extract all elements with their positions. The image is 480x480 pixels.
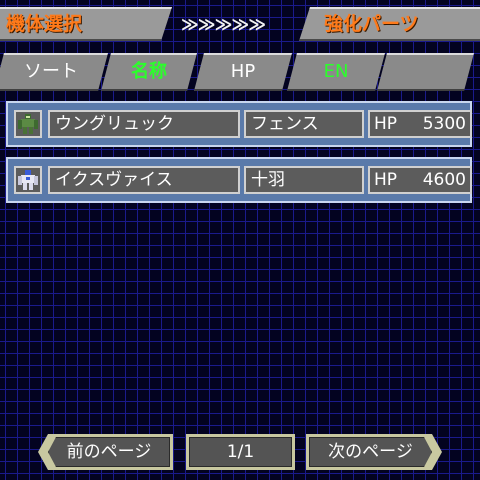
unit-select-tab[interactable]: 機体選択 [0, 7, 172, 41]
sort-by-hp-button[interactable]: HP [194, 53, 292, 91]
stat-box: HP 5300 [368, 110, 472, 138]
prev-page-inner: 前のページ [48, 437, 170, 467]
sort-label-box: ソート [0, 53, 108, 91]
sort-label: ソート [24, 61, 78, 82]
pilot-name: 十羽 [244, 166, 364, 194]
sort-by-hp-label: HP [230, 61, 256, 82]
unit-row[interactable]: イクスヴァイス 十羽 HP 4600 [6, 157, 472, 203]
sort-by-name-button[interactable]: 名称 [101, 53, 197, 91]
next-page-label: 次のページ [328, 442, 413, 462]
unit-select-label: 機体選択 [6, 13, 83, 35]
next-page-inner: 次のページ [309, 437, 432, 467]
page-indicator: 1/1 [186, 434, 295, 470]
unit-name: イクスヴァイス [48, 166, 240, 194]
parts-tab[interactable]: 強化パーツ [299, 7, 480, 41]
sort-by-en-label: EN [323, 61, 349, 82]
sort-extra-button[interactable] [377, 53, 474, 91]
header-arrows: ≫≫≫≫≫ [181, 15, 266, 35]
prev-page-label: 前のページ [66, 442, 152, 462]
stat-value: 4600 [422, 170, 466, 190]
next-page-button[interactable]: 次のページ [306, 434, 442, 470]
unit-name: ウングリュック [48, 110, 240, 138]
white-mech-icon [14, 166, 42, 194]
prev-page-button[interactable]: 前のページ [38, 434, 173, 470]
stat-box: HP 4600 [368, 166, 472, 194]
parts-label: 強化パーツ [324, 13, 419, 35]
green-mech-icon [14, 110, 42, 138]
sort-by-en-button[interactable]: EN [287, 53, 385, 91]
pilot-name: フェンス [244, 110, 364, 138]
stat-value: 5300 [422, 114, 466, 134]
unit-row[interactable]: ウングリュック フェンス HP 5300 [6, 101, 472, 147]
page-indicator-inner: 1/1 [189, 437, 292, 467]
stat-label: HP [374, 114, 398, 134]
stat-label: HP [374, 170, 398, 190]
page-number: 1/1 [226, 442, 255, 462]
sort-by-name-label: 名称 [131, 61, 167, 82]
